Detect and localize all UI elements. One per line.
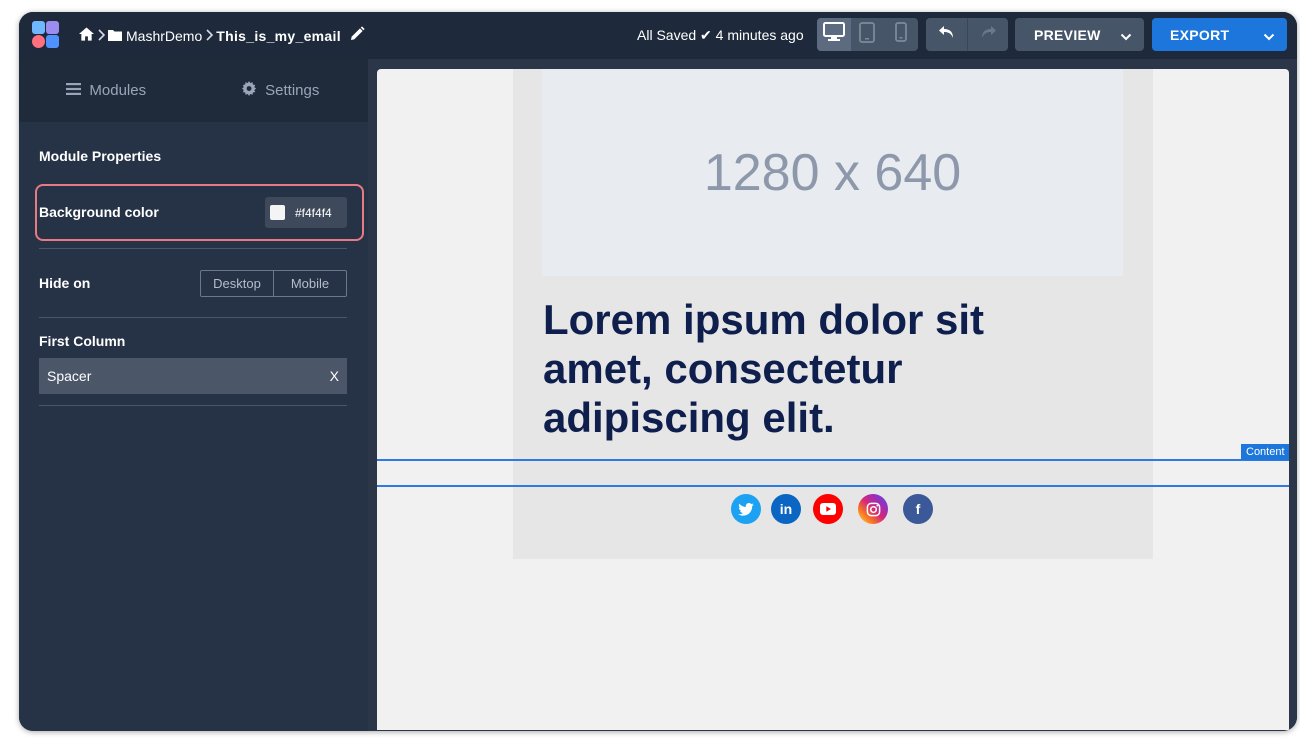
linkedin-glyph: in: [779, 501, 793, 517]
selection-bottom-border: [377, 485, 1289, 487]
folder-icon: [108, 28, 122, 44]
tab-settings[interactable]: Settings: [194, 59, 369, 122]
remove-item-button[interactable]: X: [330, 368, 339, 384]
redo-icon: [980, 25, 997, 45]
desktop-icon: [822, 22, 845, 47]
chevron-right-icon: [205, 28, 214, 44]
gear-icon: [242, 81, 265, 100]
preview-button[interactable]: PREVIEW: [1015, 18, 1144, 51]
device-toggle: [817, 18, 918, 51]
export-label: EXPORT: [1170, 27, 1230, 43]
selection-tag[interactable]: Content: [1241, 444, 1289, 460]
chevron-down-icon: [1263, 29, 1275, 45]
desktop-view-button[interactable]: [817, 18, 851, 51]
image-placeholder[interactable]: 1280 x 640: [542, 69, 1123, 276]
tablet-icon: [859, 21, 876, 48]
social-icons-row: in f: [377, 494, 1289, 526]
properties-sidebar: Modules Settings Module Properties Backg…: [19, 59, 368, 731]
top-bar: MashrDemo This_is_my_email All Saved ✔ 4…: [19, 12, 1297, 59]
youtube-icon[interactable]: [813, 494, 843, 524]
hide-on-desktop-option[interactable]: Desktop: [201, 271, 273, 296]
linkedin-icon[interactable]: in: [771, 494, 801, 524]
divider: [39, 317, 347, 318]
divider: [39, 248, 347, 249]
color-swatch: [270, 205, 285, 220]
hide-on-mobile-option[interactable]: Mobile: [273, 271, 346, 296]
mobile-icon: [895, 22, 907, 47]
undo-icon: [938, 25, 955, 45]
tab-settings-label: Settings: [265, 82, 320, 99]
module-properties-title: Module Properties: [39, 148, 162, 164]
tablet-view-button[interactable]: [851, 18, 885, 51]
tab-modules-label: Modules: [89, 82, 147, 99]
column-item-spacer[interactable]: Spacer X: [39, 358, 347, 394]
hide-on-toggle: Desktop Mobile: [200, 270, 347, 297]
save-status: All Saved ✔ 4 minutes ago: [637, 27, 804, 43]
email-headline[interactable]: Lorem ipsum dolor sit amet, consectetur …: [543, 295, 1043, 442]
selection-top-border: [377, 459, 1289, 461]
email-canvas[interactable]: 1280 x 640 Lorem ipsum dolor sit amet, c…: [377, 69, 1289, 730]
column-item-label: Spacer: [47, 368, 92, 384]
pencil-icon[interactable]: [349, 26, 365, 45]
background-color-picker[interactable]: #f4f4f4: [265, 197, 347, 228]
instagram-icon[interactable]: [858, 494, 888, 524]
breadcrumb: MashrDemo This_is_my_email: [79, 26, 365, 45]
twitter-icon[interactable]: [731, 494, 761, 524]
document-title[interactable]: This_is_my_email: [216, 28, 341, 44]
editor-canvas-area: 1280 x 640 Lorem ipsum dolor sit amet, c…: [368, 59, 1297, 731]
export-button[interactable]: EXPORT: [1152, 18, 1287, 51]
divider: [39, 405, 347, 406]
hide-on-label: Hide on: [39, 275, 91, 291]
home-icon[interactable]: [79, 27, 94, 44]
tab-modules[interactable]: Modules: [19, 59, 194, 122]
undo-button[interactable]: [926, 18, 967, 51]
menu-icon: [66, 82, 89, 99]
sidebar-tabs: Modules Settings: [19, 59, 368, 122]
chevron-down-icon: [1120, 29, 1132, 45]
chevron-right-icon: [97, 28, 106, 44]
app-window: MashrDemo This_is_my_email All Saved ✔ 4…: [19, 12, 1297, 731]
first-column-label: First Column: [39, 333, 126, 349]
history-controls: [926, 18, 1008, 51]
mobile-view-button[interactable]: [884, 18, 918, 51]
breadcrumb-folder[interactable]: MashrDemo: [126, 28, 202, 44]
app-logo[interactable]: [32, 21, 60, 49]
facebook-glyph: f: [915, 501, 921, 517]
facebook-icon[interactable]: f: [903, 494, 933, 524]
redo-button[interactable]: [967, 18, 1008, 51]
preview-label: PREVIEW: [1034, 27, 1101, 43]
color-hex-value: #f4f4f4: [295, 205, 332, 220]
background-color-label: Background color: [39, 204, 159, 220]
